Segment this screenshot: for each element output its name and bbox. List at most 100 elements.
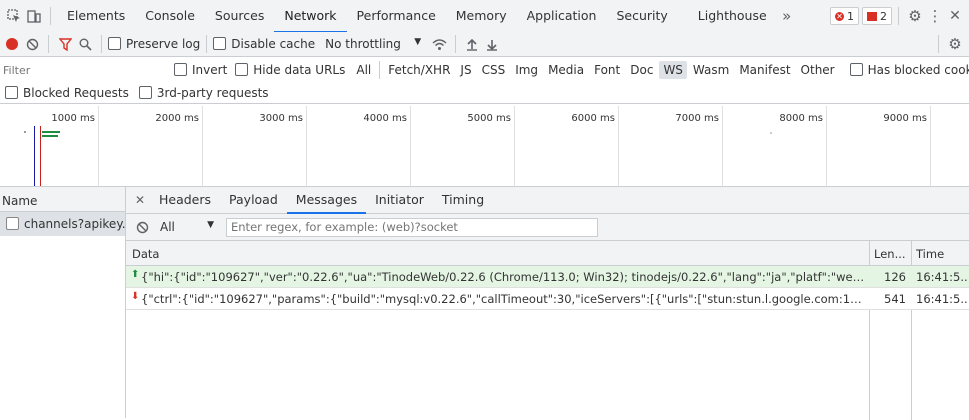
error-icon: ✕ (835, 11, 844, 21)
tab-console[interactable]: Console (135, 0, 205, 32)
disable-cache-checkbox[interactable]: Disable cache (213, 37, 315, 51)
message-row-received[interactable]: ⬇ {"ctrl":{"id":"109627","params":{"buil… (126, 288, 969, 310)
detail-tab-payload[interactable]: Payload (220, 187, 287, 213)
checkbox-box[interactable] (174, 63, 187, 76)
has-blocked-cookies-checkbox[interactable]: Has blocked cookies (849, 63, 969, 77)
filter-type-doc[interactable]: Doc (626, 61, 657, 79)
checkbox-box[interactable] (213, 37, 227, 50)
issues-count-badge[interactable]: 2 (862, 7, 892, 25)
export-har-icon[interactable] (482, 34, 502, 54)
tab-application[interactable]: Application (517, 0, 607, 32)
message-type-select[interactable]: All ▼ (160, 220, 214, 234)
record-icon[interactable] (2, 34, 22, 54)
error-count-badge[interactable]: ✕ 1 (830, 7, 859, 25)
detail-tab-timing[interactable]: Timing (433, 187, 493, 213)
network-conditions-wifi-icon[interactable] (429, 34, 449, 54)
timeline-tick-label: 1000 ms (51, 113, 95, 124)
close-devtools-icon[interactable]: ✕ (945, 6, 965, 26)
separator (938, 35, 939, 53)
settings-gear-icon[interactable]: ⚙ (905, 6, 925, 26)
timeline-tick-label: 5000 ms (467, 113, 511, 124)
timeline-tick-label: 4000 ms (363, 113, 407, 124)
timeline-tick-label: 3000 ms (259, 113, 303, 124)
request-row[interactable]: channels?apikey... (0, 212, 125, 236)
filter-type-wasm[interactable]: Wasm (689, 61, 733, 79)
checkbox-box[interactable] (849, 63, 863, 76)
separator (101, 35, 102, 53)
checkbox-box[interactable] (235, 63, 249, 76)
close-detail-icon[interactable]: ✕ (130, 190, 150, 210)
more-options-icon[interactable]: ⋮ (925, 6, 945, 26)
filter-type-ws[interactable]: WS (659, 61, 687, 79)
filter-type-font[interactable]: Font (590, 61, 624, 79)
separator (898, 7, 899, 25)
filter-type-img[interactable]: Img (511, 61, 542, 79)
disable-cache-label: Disable cache (231, 37, 316, 51)
filter-input[interactable] (0, 62, 162, 78)
network-settings-gear-icon[interactable]: ⚙ (945, 34, 965, 54)
data-column-header[interactable]: Data (132, 247, 159, 261)
message-time: 16:41:5... (916, 292, 968, 306)
separator (206, 35, 208, 53)
separator (48, 35, 49, 53)
filter-type-media[interactable]: Media (544, 61, 588, 79)
timeline-load-line (40, 126, 41, 186)
filter-type-js[interactable]: JS (456, 61, 475, 79)
filter-type-all[interactable]: All (352, 61, 375, 79)
import-har-icon[interactable] (462, 34, 482, 54)
clear-icon[interactable] (22, 34, 42, 54)
separator (455, 35, 457, 53)
preserve-log-label: Preserve log (126, 37, 201, 51)
websocket-file-icon (6, 217, 19, 230)
device-toolbar-icon[interactable] (24, 6, 44, 26)
invert-checkbox[interactable]: Invert (174, 63, 227, 77)
dropdown-arrow-icon: ▼ (414, 37, 422, 47)
message-data: {"hi":{"id":"109627","ver":"0.22.6","ua"… (141, 270, 865, 284)
timeline-request-bar (42, 131, 60, 133)
tab-elements[interactable]: Elements (57, 0, 135, 32)
blocked-requests-checkbox[interactable]: Blocked Requests (5, 86, 129, 100)
tab-lighthouse[interactable]: Lighthouse (688, 0, 777, 32)
request-name: channels?apikey... (24, 217, 125, 231)
tab-performance[interactable]: Performance (347, 0, 446, 32)
detail-tab-messages[interactable]: Messages (286, 187, 367, 214)
filter-type-manifest[interactable]: Manifest (735, 61, 794, 79)
detail-tab-initiator[interactable]: Initiator (366, 187, 433, 213)
tab-security[interactable]: Security (606, 0, 687, 32)
timeline-request-bar (42, 135, 58, 137)
filter-type-css[interactable]: CSS (478, 61, 510, 79)
checkbox-box[interactable] (108, 37, 121, 50)
throttling-select[interactable]: No throttling ▼ (325, 37, 421, 51)
length-column-header[interactable]: Len... (874, 247, 906, 261)
preserve-log-checkbox[interactable]: Preserve log (108, 37, 200, 51)
checkbox-box[interactable] (5, 86, 18, 99)
tab-sources[interactable]: Sources (205, 0, 274, 32)
timeline-tick-label: 2000 ms (155, 113, 199, 124)
dropdown-arrow-icon: ▼ (207, 220, 214, 230)
message-regex-input[interactable] (226, 217, 598, 237)
detail-tab-headers[interactable]: Headers (150, 187, 220, 213)
hide-data-urls-checkbox[interactable]: Hide data URLs (235, 63, 345, 77)
tab-memory[interactable]: Memory (446, 0, 517, 32)
time-column-header[interactable]: Time (916, 247, 944, 261)
third-party-checkbox[interactable]: 3rd-party requests (138, 86, 269, 100)
message-row-sent[interactable]: ⬆ {"hi":{"id":"109627","ver":"0.22.6","u… (126, 266, 969, 288)
message-length: 541 (884, 292, 906, 306)
filter-type-other[interactable]: Other (797, 61, 839, 79)
timeline-overview[interactable]: 1000 ms 2000 ms 3000 ms 4000 ms 5000 ms … (0, 106, 969, 187)
timeline-tick-label: 8000 ms (779, 113, 823, 124)
inspect-element-icon[interactable] (4, 6, 24, 26)
filter-funnel-icon[interactable] (55, 34, 75, 54)
more-tabs-icon[interactable]: » (777, 6, 797, 26)
tab-network[interactable]: Network (274, 0, 347, 33)
messages-table: Data Len... Time ⬆ {"hi":{"id":"109627",… (126, 241, 969, 420)
devtools-tab-bar: Elements Console Sources Network Perform… (0, 0, 969, 33)
checkbox-box[interactable] (138, 86, 152, 99)
filter-bar: Invert Hide data URLs All Fetch/XHR JS C… (0, 57, 969, 104)
search-icon[interactable] (75, 34, 95, 54)
clear-messages-icon[interactable] (132, 217, 152, 237)
request-list-header[interactable]: Name (0, 187, 125, 212)
issues-flag-icon (867, 11, 877, 21)
throttling-value: No throttling (325, 37, 401, 51)
filter-type-fetch-xhr[interactable]: Fetch/XHR (384, 61, 454, 79)
